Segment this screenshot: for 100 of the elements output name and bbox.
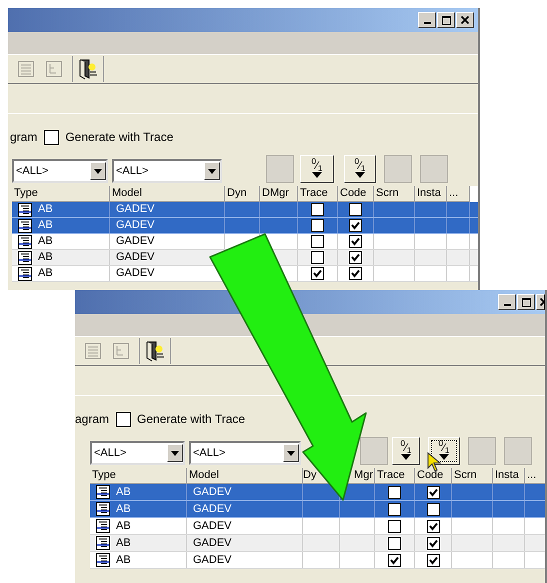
table-cell-text: GADEV <box>116 234 155 250</box>
checkbox[interactable] <box>388 520 401 532</box>
down-arrow-icon <box>401 454 411 460</box>
tree-icon <box>45 60 63 78</box>
exit-icon <box>77 58 99 80</box>
checkbox[interactable] <box>44 130 60 144</box>
checkbox[interactable] <box>311 219 324 232</box>
checkbox[interactable] <box>388 502 401 516</box>
table-cell-text: AB <box>116 552 131 568</box>
table-row[interactable]: AB GADEV <box>90 535 545 552</box>
dropdown[interactable]: <ALL> <box>112 159 222 183</box>
table-cell-text: AB <box>116 518 131 534</box>
caret-icon <box>94 168 102 174</box>
toolbar-button[interactable] <box>72 56 104 82</box>
caret-icon <box>208 168 216 174</box>
table-cell-text: GADEV <box>193 536 232 551</box>
checkbox[interactable] <box>349 235 362 248</box>
minimize-button[interactable] <box>418 12 436 28</box>
minimize-icon <box>424 22 430 24</box>
table-row[interactable]: AB GADEV <box>90 501 545 518</box>
table-cell-text: GADEV <box>193 484 232 500</box>
checkbox[interactable] <box>426 554 440 566</box>
caret-icon <box>287 450 295 456</box>
table-row[interactable]: AB GADEV <box>90 518 545 535</box>
checkbox[interactable] <box>426 520 440 532</box>
list-icon <box>17 60 35 78</box>
down-arrow-icon <box>312 172 322 178</box>
table-cell-text: GADEV <box>116 250 155 266</box>
maximize-button[interactable] <box>437 12 455 28</box>
maximize-button[interactable] <box>517 294 535 310</box>
form-icon <box>96 485 110 499</box>
checkbox[interactable] <box>388 554 401 566</box>
toolbar-button[interactable] <box>139 338 171 364</box>
checkbox[interactable] <box>311 267 324 280</box>
checkbox[interactable] <box>426 486 440 498</box>
form-icon <box>96 502 110 516</box>
table-row[interactable]: AB GADEV <box>90 484 545 501</box>
checkbox[interactable] <box>116 412 132 426</box>
table-cell-text: GADEV <box>116 218 155 234</box>
option-label: agram <box>75 411 110 428</box>
checkbox[interactable] <box>349 267 362 280</box>
form-icon <box>96 536 110 550</box>
form-icon <box>18 218 32 232</box>
dropdown[interactable]: <ALL> <box>189 441 301 465</box>
maximize-icon <box>442 16 450 24</box>
form-icon <box>96 553 110 567</box>
table-cell-text: AB <box>116 502 131 517</box>
checkbox[interactable] <box>349 251 362 264</box>
table-cell-text: GADEV <box>116 202 155 218</box>
list-icon <box>84 342 102 360</box>
table-cell-text: AB <box>38 202 53 218</box>
checkbox[interactable] <box>311 235 324 248</box>
dropdown[interactable]: <ALL> <box>12 159 108 183</box>
table-cell-text: AB <box>38 250 53 266</box>
cursor-icon <box>427 452 441 472</box>
down-arrow-icon <box>355 172 365 178</box>
table-cell-text: GADEV <box>193 552 232 568</box>
close-button[interactable] <box>536 294 545 310</box>
checkbox-label: Generate with Trace <box>137 411 246 428</box>
sort-button[interactable]: $^{0}$⁄$_{1}$ <box>300 155 334 183</box>
table-row[interactable]: AB GADEV <box>12 218 478 234</box>
tree-icon <box>112 342 130 360</box>
table-cell-text: AB <box>116 536 131 551</box>
option-label: gram <box>10 129 38 146</box>
table-cell-text: AB <box>38 218 53 234</box>
caret-icon <box>171 450 179 456</box>
close-button[interactable] <box>456 12 474 28</box>
table-cell-text: GADEV <box>193 502 232 517</box>
close-icon <box>461 16 469 24</box>
checkbox[interactable] <box>426 502 440 516</box>
table-row[interactable]: AB GADEV <box>12 202 478 218</box>
checkbox[interactable] <box>426 536 440 550</box>
table-cell-text: GADEV <box>193 518 232 534</box>
close-icon <box>540 298 544 306</box>
table-cell-text: GADEV <box>116 266 155 282</box>
table-cell-text: AB <box>38 266 53 282</box>
checkbox-label: Generate with Trace <box>65 129 174 146</box>
form-icon <box>96 519 110 533</box>
maximize-icon <box>522 298 530 306</box>
dropdown[interactable]: <ALL> <box>90 441 185 465</box>
form-icon <box>18 234 32 248</box>
checkbox[interactable] <box>388 536 401 550</box>
checkbox[interactable] <box>311 203 324 216</box>
form-icon <box>18 202 32 216</box>
exit-icon <box>144 340 166 362</box>
table-row[interactable]: AB GADEV <box>90 552 545 569</box>
checkbox[interactable] <box>388 486 401 498</box>
table-cell-text: AB <box>116 484 131 500</box>
down-arrow-icon <box>439 454 449 460</box>
form-icon <box>18 266 32 280</box>
checkbox[interactable] <box>349 203 362 216</box>
column-header[interactable]: Type <box>14 187 38 200</box>
checkbox[interactable] <box>311 251 324 264</box>
minimize-button[interactable] <box>498 294 516 310</box>
minimize-icon <box>504 304 510 306</box>
table-row[interactable]: AB GADEV <box>12 234 478 250</box>
checkbox[interactable] <box>349 219 362 232</box>
form-icon <box>18 250 32 264</box>
sort-button[interactable]: $^{0}$⁄$_{1}$ <box>344 155 376 183</box>
sort-button[interactable]: $^{0}$⁄$_{1}$ <box>392 437 420 465</box>
